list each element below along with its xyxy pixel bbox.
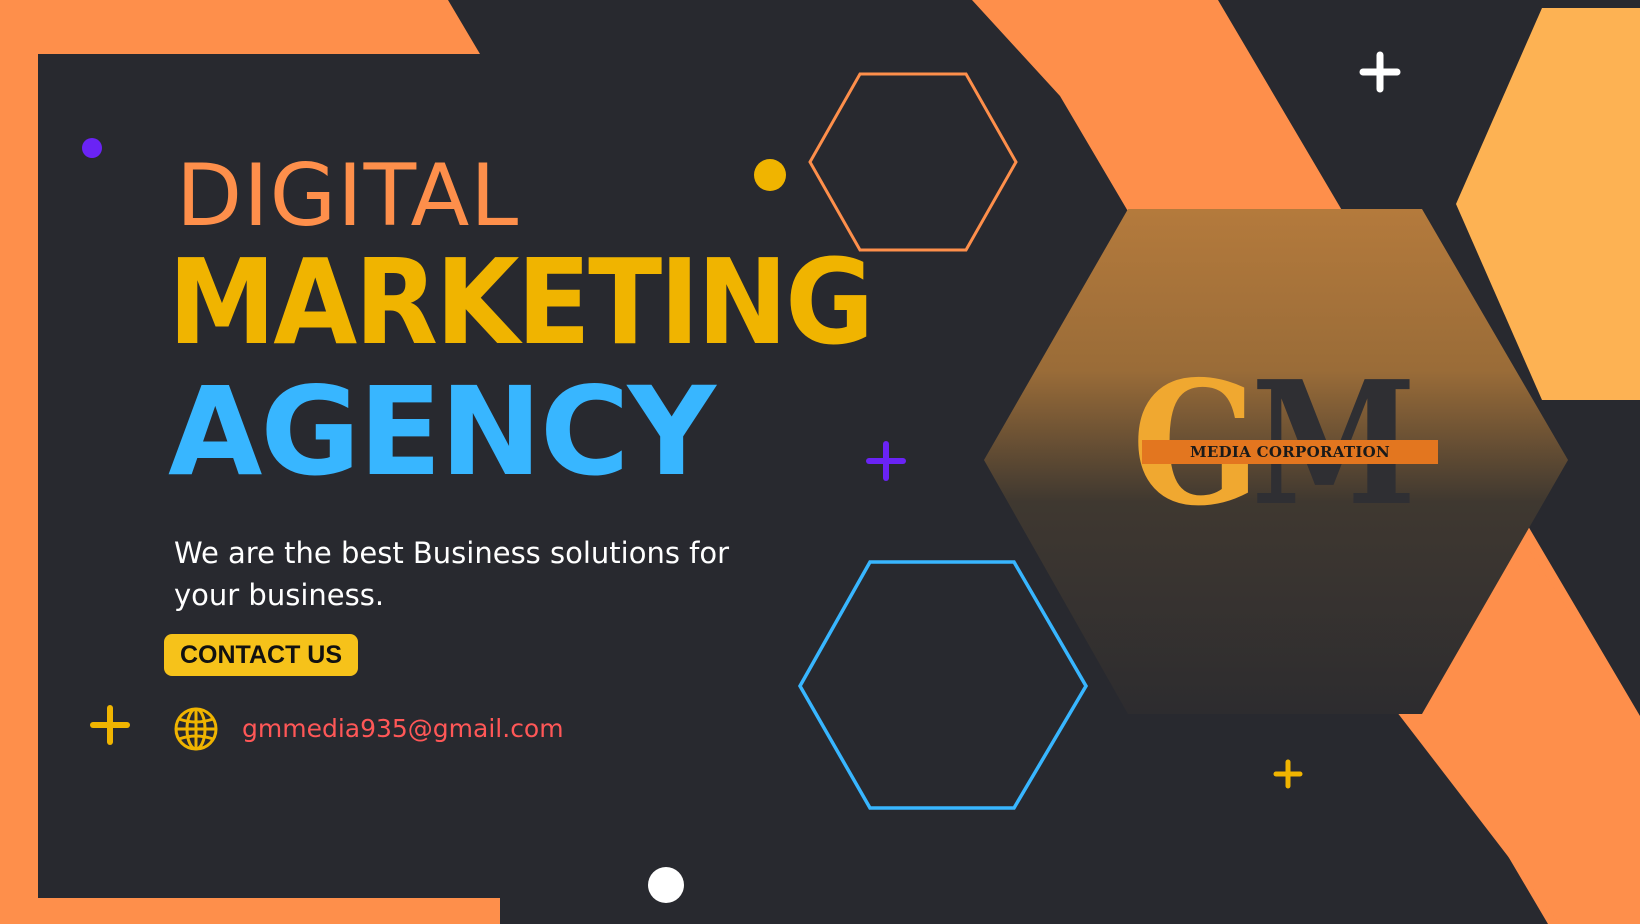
hexagon-outline-orange — [808, 72, 1018, 252]
purple-plus-icon — [866, 441, 906, 481]
logo-subtitle: MEDIA CORPORATION — [1142, 440, 1438, 464]
email-row: gmmedia935@gmail.com — [172, 704, 564, 754]
white-dot-icon — [648, 867, 684, 903]
headline-agency: AGENCY — [168, 361, 716, 503]
yellow-plus-icon-right — [1273, 759, 1303, 789]
banner: DIGITAL MARKETING AGENCY We are the best… — [0, 0, 1640, 924]
gm-media-logo: GM MEDIA CORPORATION — [1132, 359, 1460, 529]
contact-us-button[interactable]: CONTACT US — [164, 634, 358, 676]
headline-marketing: MARKETING — [168, 233, 874, 371]
email-link[interactable]: gmmedia935@gmail.com — [242, 704, 564, 754]
purple-dot-icon — [82, 138, 102, 158]
yellow-plus-icon-left — [90, 705, 130, 745]
headline-digital: DIGITAL — [176, 146, 520, 246]
globe-icon — [174, 707, 218, 751]
tagline: We are the best Business solutions for y… — [174, 536, 730, 612]
hexagon-outline-blue — [797, 560, 1089, 810]
white-plus-icon — [1359, 51, 1401, 93]
yellow-dot-icon — [754, 159, 786, 191]
